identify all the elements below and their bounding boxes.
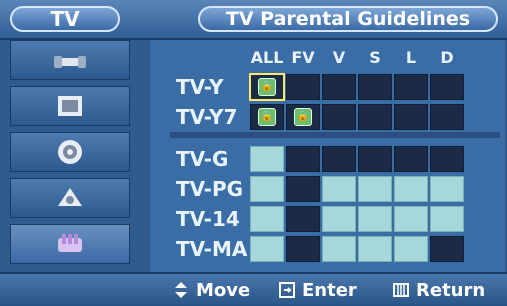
rating-cell-g2-2-d[interactable] [430,206,464,232]
rating-cell-g1-1-fv[interactable]: 🔒 [286,104,320,130]
rating-cell-g2-1-fv[interactable] [286,176,320,202]
rating-cell-g2-1-s[interactable] [358,176,392,202]
page-title: TV Parental Guidelines [198,6,498,32]
input-icon [54,56,86,68]
rating-cell-g2-1-v[interactable] [322,176,356,202]
rating-cell-g2-0-l[interactable] [394,146,428,172]
move-label: Move [196,279,251,301]
rating-label-tv-y7: TV-Y7 [176,105,238,129]
enter-icon [278,281,296,299]
lock-icon: 🔒 [258,78,276,96]
rating-cell-g2-0-fv[interactable] [286,146,320,172]
enter-hint: Enter [278,279,357,301]
picture-icon [58,96,82,116]
rating-cell-g2-1-d[interactable] [430,176,464,202]
rating-cell-g2-0-v[interactable] [322,146,356,172]
lock-icon: 🔒 [294,108,312,126]
rating-cell-g1-1-s[interactable] [358,104,392,130]
rating-cell-g2-1-l[interactable] [394,176,428,202]
rating-cell-g2-3-l[interactable] [394,236,428,262]
rating-cell-g1-0-s[interactable] [358,74,392,100]
rating-cell-g1-0-fv[interactable] [286,74,320,100]
rating-cell-g1-0-l[interactable] [394,74,428,100]
column-header-l: L [405,48,417,67]
rating-cell-g2-3-fv[interactable] [286,236,320,262]
rating-label-tv-y: TV-Y [176,75,224,99]
rating-cell-g2-0-s[interactable] [358,146,392,172]
rating-cell-g2-3-all[interactable] [250,236,284,262]
return-hint: Return [392,279,485,301]
rating-cell-g1-1-d[interactable] [430,104,464,130]
rating-cell-g2-2-s[interactable] [358,206,392,232]
up-down-arrow-icon [172,281,190,299]
rating-cell-g1-1-l[interactable] [394,104,428,130]
return-icon [392,281,410,299]
sound-icon [58,140,82,164]
lock-icon: 🔒 [258,108,276,126]
rating-cell-g2-2-fv[interactable] [286,206,320,232]
return-label: Return [416,279,486,301]
menu-category-rail [10,40,130,272]
rating-label-tv-14: TV-14 [176,207,240,231]
menu-section-label: TV [10,6,120,32]
sidebar-item-channel[interactable] [10,178,130,218]
column-header-fv: FV [291,48,315,67]
move-hint: Move [172,279,250,301]
column-header-s: S [369,48,381,67]
column-header-v: V [332,48,346,67]
channel-icon [58,188,82,206]
rating-cell-g2-3-s[interactable] [358,236,392,262]
column-header-all: ALL [250,48,284,67]
rating-cell-g1-1-v[interactable] [322,104,356,130]
rating-cell-g2-2-v[interactable] [322,206,356,232]
rating-cell-g2-2-all[interactable] [250,206,284,232]
rating-cell-g1-0-all[interactable]: 🔒 [249,73,285,101]
rating-cell-g2-3-d[interactable] [430,236,464,262]
group-divider [170,132,500,138]
rating-cell-g2-1-all[interactable] [250,176,284,202]
rating-cell-g2-0-d[interactable] [430,146,464,172]
rating-label-tv-ma: TV-MA [176,237,248,261]
column-header-d: D [440,48,454,67]
rating-cell-g2-2-l[interactable] [394,206,428,232]
top-bar: TV TV Parental Guidelines [0,0,507,40]
setup-icon [58,234,82,252]
sidebar-item-picture[interactable] [10,86,130,126]
rating-cell-g1-1-all[interactable]: 🔒 [250,104,284,130]
sidebar-item-input[interactable] [10,40,130,80]
rating-cell-g2-3-v[interactable] [322,236,356,262]
sidebar-item-setup[interactable] [10,224,130,264]
rating-cell-g2-0-all[interactable] [250,146,284,172]
rating-label-tv-pg: TV-PG [176,177,244,201]
sidebar-item-sound[interactable] [10,132,130,172]
rating-cell-g1-0-d[interactable] [430,74,464,100]
rating-cell-g1-0-v[interactable] [322,74,356,100]
rating-label-tv-g: TV-G [176,147,229,171]
enter-label: Enter [302,279,357,301]
bottom-bar: Move Enter Return [0,272,507,306]
